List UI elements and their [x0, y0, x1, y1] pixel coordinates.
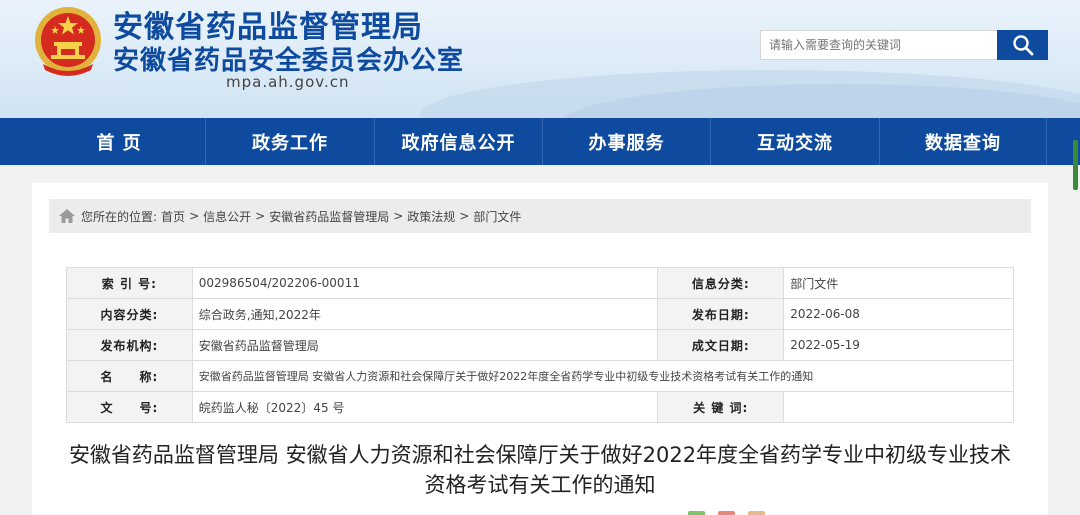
national-emblem-icon [35, 7, 101, 76]
index-label: 索 引 号: [66, 267, 193, 299]
breadcrumb-item-bureau[interactable]: 安徽省药品监督管理局 [269, 208, 389, 225]
nav-item-data-query[interactable]: 数据查询 [879, 118, 1047, 165]
nav-item-info-disclosure[interactable]: 政府信息公开 [374, 118, 542, 165]
document-title: 安徽省药品监督管理局 安徽省人力资源和社会保障厅关于做好2022年度全省药学专业… [68, 443, 1012, 497]
site-header: 安徽省药品监督管理局 安徽省药品安全委员会办公室 mpa.ah.gov.cn [0, 0, 1080, 118]
breadcrumb-separator: > [255, 209, 266, 223]
page-scrollbar-thumb[interactable] [1073, 140, 1078, 190]
search-input[interactable] [760, 30, 998, 60]
nav-item-government-work[interactable]: 政务工作 [205, 118, 374, 165]
breadcrumb-item-home[interactable]: 首页 [161, 208, 185, 225]
search-icon [1012, 35, 1033, 56]
breadcrumb-separator: > [189, 209, 200, 223]
table-row: 文 号: 皖药监人秘〔2022〕45 号 关 键 词: [66, 391, 1014, 423]
created-date-label: 成文日期: [657, 329, 785, 361]
nav-item-interaction[interactable]: 互动交流 [710, 118, 879, 165]
share-wechat-icon[interactable] [688, 511, 705, 515]
name-value: 安徽省药品监督管理局 安徽省人力资源和社会保障厅关于做好2022年度全省药学专业… [191, 360, 1015, 392]
table-row: 发布机构: 安徽省药品监督管理局 成文日期: 2022-05-19 [66, 329, 1014, 361]
doc-number-value: 皖药监人秘〔2022〕45 号 [191, 391, 659, 423]
nav-item-home[interactable]: 首 页 [33, 118, 205, 165]
breadcrumb-prefix: 您所在的位置: [81, 209, 158, 224]
document-meta-table: 索 引 号: 002986504/202206-00011 信息分类: 部门文件… [66, 267, 1015, 423]
table-row: 名 称: 安徽省药品监督管理局 安徽省人力资源和社会保障厅关于做好2022年度全… [66, 360, 1015, 392]
breadcrumb-separator: > [393, 209, 404, 223]
home-icon [59, 209, 75, 223]
doc-number-label: 文 号: [66, 391, 193, 423]
breadcrumb-item-department-docs[interactable]: 部门文件 [473, 208, 521, 225]
share-weibo-icon[interactable] [718, 511, 735, 515]
nav-item-services[interactable]: 办事服务 [542, 118, 710, 165]
publisher-label: 发布机构: [66, 329, 193, 361]
category-label: 信息分类: [657, 267, 785, 299]
site-subtitle: 安徽省药品安全委员会办公室 [113, 46, 465, 76]
keywords-label: 关 键 词: [657, 391, 785, 423]
name-label: 名 称: [66, 360, 193, 392]
main-nav: 首 页 政务工作 政府信息公开 办事服务 互动交流 数据查询 [0, 118, 1080, 165]
content-category-value: 综合政务,通知,2022年 [191, 298, 659, 330]
keywords-value [783, 391, 1014, 423]
breadcrumb-item-policy[interactable]: 政策法规 [407, 208, 455, 225]
category-value: 部门文件 [783, 267, 1014, 299]
breadcrumb-item-info-disclosure[interactable]: 信息公开 [203, 208, 251, 225]
breadcrumb-separator: > [459, 209, 470, 223]
index-value: 002986504/202206-00011 [191, 267, 659, 299]
publish-date-value: 2022-06-08 [783, 298, 1014, 330]
publisher-value: 安徽省药品监督管理局 [191, 329, 659, 361]
created-date-value: 2022-05-19 [783, 329, 1014, 361]
share-qzone-icon[interactable] [748, 511, 765, 515]
site-domain: mpa.ah.gov.cn [226, 73, 350, 91]
table-row: 索 引 号: 002986504/202206-00011 信息分类: 部门文件 [66, 267, 1014, 299]
search-button[interactable] [997, 30, 1048, 60]
publish-date-label: 发布日期: [657, 298, 785, 330]
breadcrumb: 您所在的位置: 首页 > 信息公开 > 安徽省药品监督管理局 > 政策法规 > … [49, 199, 1031, 233]
content-category-label: 内容分类: [66, 298, 193, 330]
table-row: 内容分类: 综合政务,通知,2022年 发布日期: 2022-06-08 [66, 298, 1014, 330]
